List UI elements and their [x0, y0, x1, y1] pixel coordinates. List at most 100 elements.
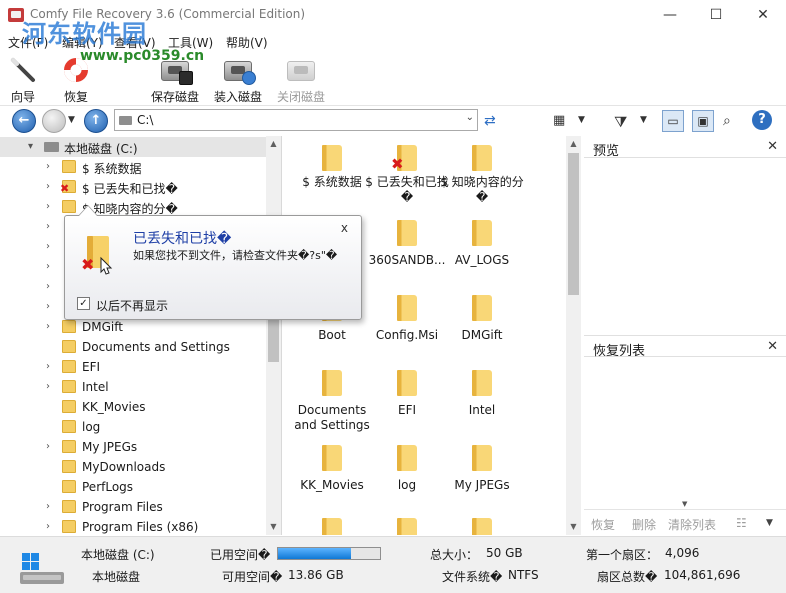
tree-item[interactable]: › My JPEGs	[0, 437, 266, 457]
tree-scrollbar[interactable]: ▲ ▼	[266, 136, 281, 535]
recovery-list-toggle-icon[interactable]: ▣	[692, 110, 714, 132]
delete-button[interactable]: 删除	[632, 516, 656, 533]
tree-item[interactable]: Documents and Settings	[0, 337, 266, 357]
tree-item[interactable]: › $ 系统数据	[0, 157, 266, 177]
up-button[interactable]: ↑	[84, 109, 108, 133]
folder-icon	[322, 518, 342, 535]
maximize-button[interactable]: ☐	[693, 0, 739, 31]
recover-list-button[interactable]: 恢复	[591, 516, 615, 533]
chevron-right-icon[interactable]: ›	[46, 161, 50, 172]
chevron-right-icon[interactable]: ›	[46, 281, 50, 292]
scroll-down-icon[interactable]: ▼	[566, 522, 581, 531]
tree-item[interactable]: PerfLogs	[0, 477, 266, 497]
refresh-icon[interactable]: ⇄	[484, 113, 496, 129]
file-label: EFI	[397, 403, 417, 417]
folder-icon	[472, 370, 492, 396]
file-item[interactable]: log	[365, 445, 449, 493]
save-disk-label: 保存磁盘	[150, 90, 199, 104]
forward-button[interactable]	[42, 109, 66, 133]
address-input[interactable]: C:\ ⌄	[114, 109, 478, 131]
load-disk-button[interactable]: 装入磁盘	[211, 53, 265, 105]
wizard-button[interactable]: 向导	[4, 53, 42, 105]
chevron-right-icon[interactable]: ›	[46, 261, 50, 272]
scroll-down-icon[interactable]: ▼	[266, 522, 281, 531]
chevron-right-icon[interactable]: ›	[46, 381, 50, 392]
chevron-down-icon[interactable]: ▼	[766, 518, 773, 528]
close-icon[interactable]: ✕	[767, 139, 778, 154]
file-item[interactable]: DMGift	[440, 295, 524, 343]
list-options-icon[interactable]: ☷	[736, 516, 747, 530]
chevron-right-icon[interactable]: ›	[46, 241, 50, 252]
view-mode-dropdown-icon[interactable]: ▼	[578, 115, 585, 125]
file-item[interactable]: EFI	[365, 370, 449, 418]
chevron-right-icon[interactable]: ›	[46, 501, 50, 512]
chevron-right-icon[interactable]: ›	[46, 301, 50, 312]
load-disk-icon	[222, 55, 256, 85]
search-icon[interactable]: ⌕	[723, 113, 731, 129]
dont-show-again-checkbox[interactable]: ✓	[77, 297, 90, 310]
tree-item[interactable]: › EFI	[0, 357, 266, 377]
file-item[interactable]: $ 知晓内容的分�	[440, 145, 524, 205]
tree-item-label: $ 已丢失和已找�	[82, 182, 178, 196]
chevron-down-icon[interactable]: ▾	[28, 141, 33, 152]
file-label: $ 系统数据	[302, 175, 362, 189]
back-button[interactable]: ←	[12, 109, 36, 133]
chevron-right-icon[interactable]: ›	[46, 521, 50, 532]
menu-help[interactable]: 帮助(V)	[226, 34, 268, 51]
scroll-up-icon[interactable]: ▲	[566, 139, 581, 148]
file-item[interactable]: My JPEGs	[440, 445, 524, 493]
clear-list-button[interactable]: 清除列表	[668, 516, 716, 533]
file-item[interactable]: 360SANDB...	[365, 220, 449, 268]
close-button[interactable]: ✕	[740, 0, 786, 31]
tree-item[interactable]: › Program Files (x86)	[0, 517, 266, 535]
tree-item[interactable]: › Intel	[0, 377, 266, 397]
close-disk-button[interactable]: 关闭磁盘	[274, 53, 328, 105]
filter-dropdown-icon[interactable]: ▼	[640, 115, 647, 125]
tree-item[interactable]: › $ 知晓内容的分�	[0, 197, 266, 217]
chevron-right-icon[interactable]: ›	[46, 181, 50, 192]
tree-item[interactable]: › DMGift	[0, 317, 266, 337]
splitter-arrow-icon[interactable]: ▼	[682, 500, 687, 508]
file-item[interactable]: Documents and Settings	[290, 370, 374, 433]
file-item-partial[interactable]	[290, 518, 374, 535]
file-item-partial[interactable]	[365, 518, 449, 535]
folder-icon	[472, 295, 492, 321]
chevron-right-icon[interactable]: ›	[46, 221, 50, 232]
tree-item[interactable]: KK_Movies	[0, 397, 266, 417]
scroll-up-icon[interactable]: ▲	[266, 139, 281, 148]
view-mode-icon[interactable]: ▦	[553, 113, 565, 128]
file-item[interactable]: Intel	[440, 370, 524, 418]
history-dropdown-icon[interactable]: ▼	[68, 115, 75, 125]
file-system-value: NTFS	[508, 568, 539, 582]
wand-icon	[7, 55, 39, 85]
file-grid-scrollbar[interactable]: ▲ ▼	[566, 136, 581, 535]
tree-item[interactable]: › Program Files	[0, 497, 266, 517]
file-item[interactable]: Config.Msi	[365, 295, 449, 343]
tree-item[interactable]: log	[0, 417, 266, 437]
file-item-partial[interactable]	[440, 518, 524, 535]
recovery-list-header: 恢复列表 ✕	[584, 335, 786, 359]
chevron-right-icon[interactable]: ›	[46, 361, 50, 372]
file-item[interactable]: ✖ $ 已丢失和已找�	[365, 145, 449, 205]
chevron-down-icon[interactable]: ⌄	[466, 112, 474, 123]
drive-name: 本地磁盘 (C:)	[81, 548, 155, 562]
tree-item-drive-c[interactable]: ▾ 本地磁盘 (C:)	[0, 137, 266, 157]
chevron-right-icon[interactable]: ›	[46, 441, 50, 452]
close-icon[interactable]: ✕	[767, 339, 778, 354]
preview-pane-toggle-icon[interactable]: ▭	[662, 110, 684, 132]
file-item[interactable]: KK_Movies	[290, 445, 374, 493]
tree-item[interactable]: › ✖ $ 已丢失和已找�	[0, 177, 266, 197]
minimize-button[interactable]: —	[647, 0, 693, 31]
folder-icon	[472, 518, 492, 535]
scroll-thumb[interactable]	[568, 153, 579, 295]
file-item[interactable]: $ 系统数据	[290, 145, 374, 190]
folder-icon	[62, 360, 76, 373]
chevron-right-icon[interactable]: ›	[46, 321, 50, 332]
file-label: AV_LOGS	[454, 253, 510, 267]
tree-item[interactable]: MyDownloads	[0, 457, 266, 477]
filter-icon[interactable]: ⧩	[614, 113, 627, 131]
file-item[interactable]: AV_LOGS	[440, 220, 524, 268]
chevron-right-icon[interactable]: ›	[46, 201, 50, 212]
help-icon[interactable]: ?	[752, 110, 772, 130]
close-icon[interactable]: x	[341, 221, 348, 235]
